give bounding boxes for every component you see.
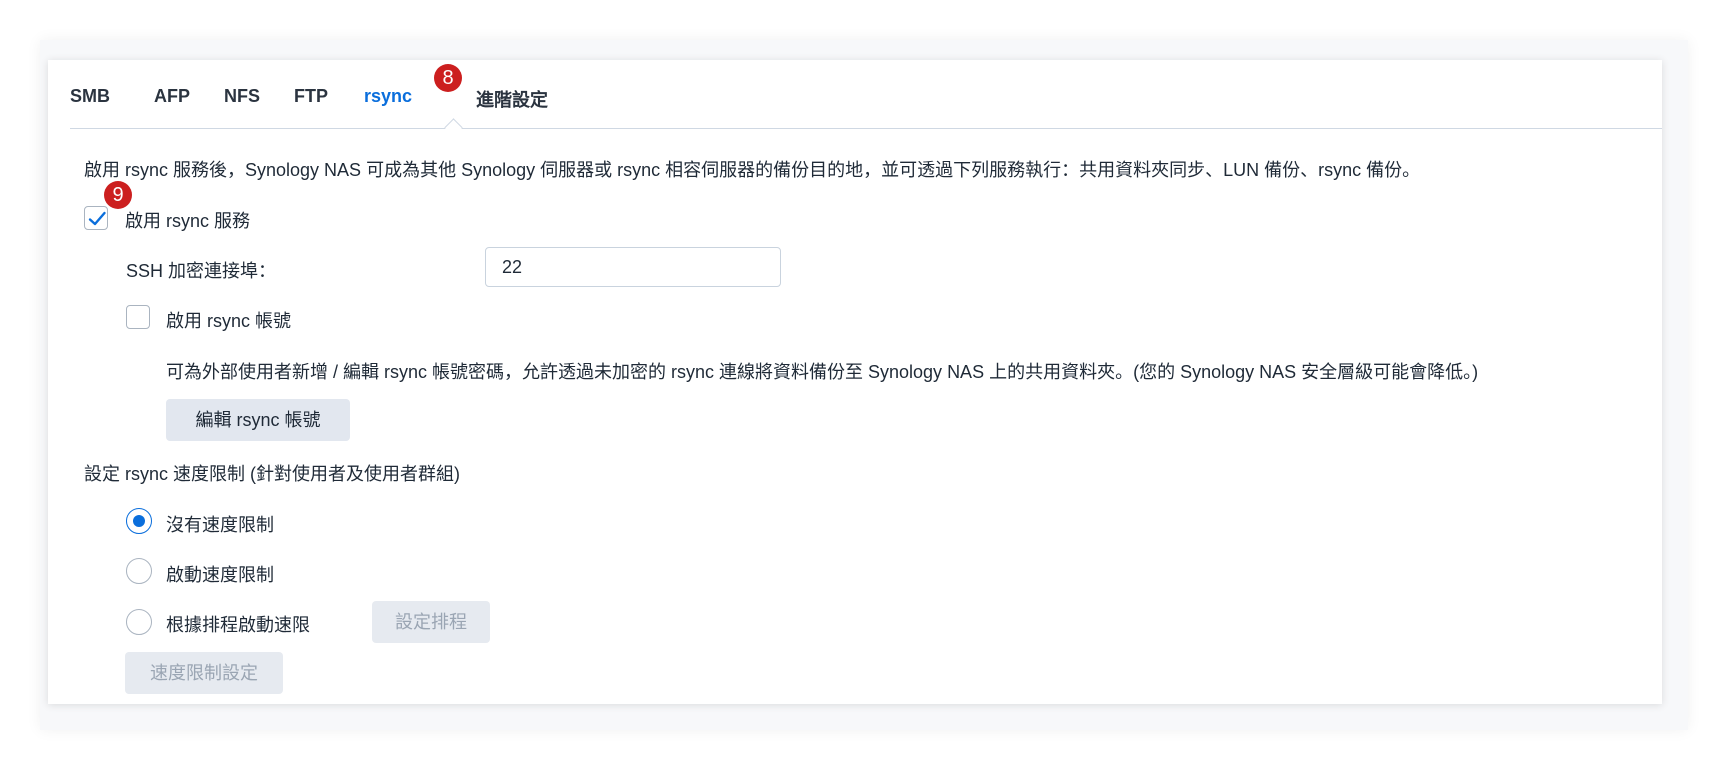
scheduled-speed-limit-radio[interactable] <box>126 609 152 635</box>
tab-ftp[interactable]: FTP <box>294 86 328 107</box>
tab-afp[interactable]: AFP <box>154 86 190 107</box>
checkmark-icon <box>88 211 106 226</box>
speed-limit-settings-button[interactable]: 速度限制設定 <box>125 652 283 694</box>
speed-limit-heading: 設定 rsync 速度限制 (針對使用者及使用者群組) <box>84 464 460 484</box>
no-speed-limit-label: 沒有速度限制 <box>166 515 274 535</box>
enable-rsync-account-label: 啟用 rsync 帳號 <box>166 311 292 331</box>
ssh-port-input[interactable]: 22 <box>485 247 781 287</box>
enable-speed-limit-label: 啟動速度限制 <box>166 565 274 585</box>
enable-rsync-account-checkbox[interactable] <box>126 305 150 329</box>
no-speed-limit-radio[interactable] <box>126 508 152 534</box>
enable-rsync-service-label: 啟用 rsync 服務 <box>125 211 251 231</box>
edit-rsync-account-button[interactable]: 編輯 rsync 帳號 <box>166 399 350 441</box>
tab-nfs[interactable]: NFS <box>224 86 260 107</box>
rsync-account-note: 可為外部使用者新增 / 編輯 rsync 帳號密碼，允許透過未加密的 rsync… <box>166 362 1479 382</box>
rsync-settings-panel: SMB AFP NFS FTP rsync 進階設定 8 啟用 rsync 服務… <box>48 60 1662 704</box>
set-schedule-button[interactable]: 設定排程 <box>372 601 490 643</box>
step-badge-8: 8 <box>434 64 462 92</box>
active-tab-indicator <box>444 118 463 137</box>
ssh-port-label: SSH 加密連接埠： <box>126 261 277 281</box>
scheduled-speed-limit-label: 根據排程啟動速限 <box>166 615 310 635</box>
step-badge-9: 9 <box>104 181 132 209</box>
enable-rsync-service-checkbox[interactable] <box>84 206 108 230</box>
rsync-description: 啟用 rsync 服務後，Synology NAS 可成為其他 Synology… <box>84 160 1421 180</box>
tab-smb[interactable]: SMB <box>70 86 110 107</box>
tab-advanced-settings[interactable]: 進階設定 <box>476 86 548 112</box>
tab-bar: SMB AFP NFS FTP rsync 進階設定 8 <box>70 60 1662 137</box>
tab-rsync[interactable]: rsync <box>364 86 412 107</box>
enable-speed-limit-radio[interactable] <box>126 558 152 584</box>
